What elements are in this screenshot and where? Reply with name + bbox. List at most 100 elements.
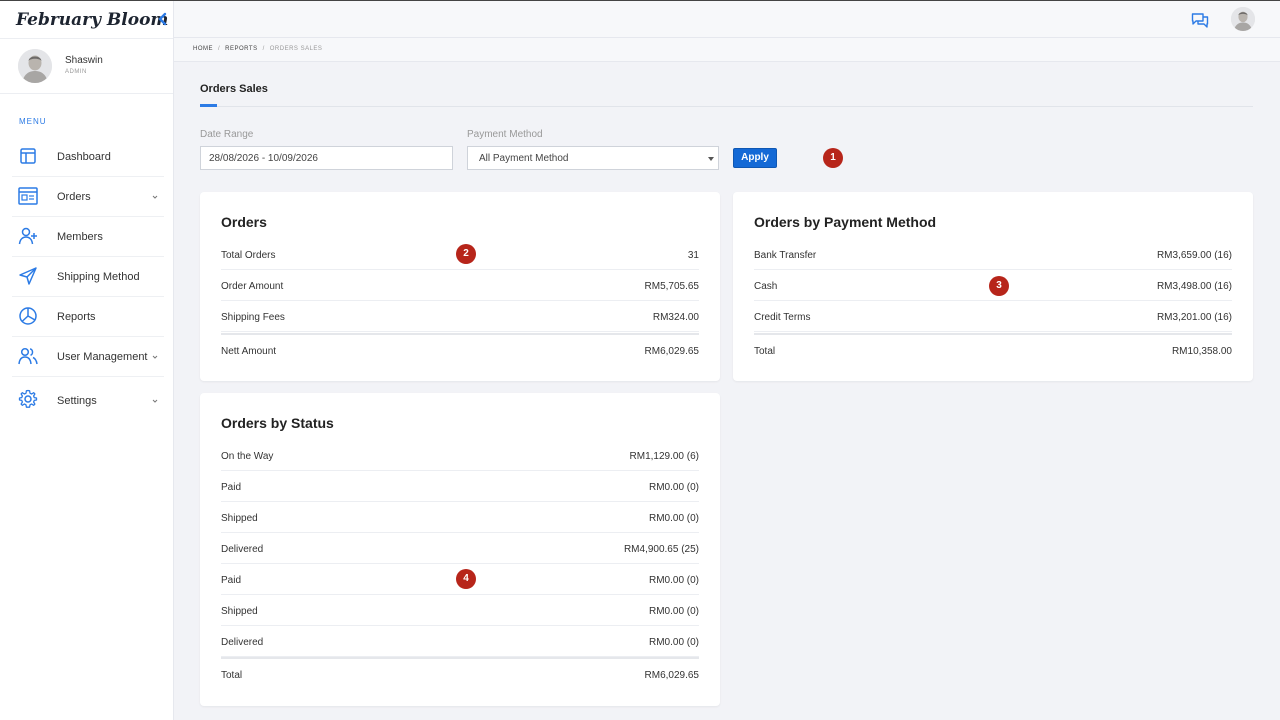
tab-orders-sales[interactable]: Orders Sales: [200, 83, 268, 95]
total-row: Total RM10,358.00: [754, 333, 1232, 364]
row-value: RM3,201.00 (16): [1156, 312, 1232, 323]
sidebar-nav: Dashboard Orders Members Shipping Method…: [12, 137, 164, 425]
date-range-label: Date Range: [200, 129, 254, 140]
sidebar-item-orders[interactable]: Orders: [12, 177, 164, 217]
row-label: Shipping Fees: [221, 312, 285, 323]
row-value: RM1,129.00 (6): [629, 451, 699, 462]
chevron-down-icon: [708, 157, 714, 161]
apply-button[interactable]: Apply: [733, 148, 777, 168]
row-label: Delivered: [221, 637, 264, 648]
sidebar-item-label: Shipping Method: [57, 271, 140, 283]
table-row: Shipped RM0.00 (0): [221, 595, 699, 626]
row-value: RM4,900.65 (25): [623, 544, 699, 555]
gear-icon: [18, 389, 38, 408]
sidebar-item-members[interactable]: Members: [12, 217, 164, 257]
total-row: Nett Amount RM6,029.65: [221, 333, 699, 364]
orders-by-status-card: Orders by Status On the Way RM1,129.00 (6…: [200, 393, 720, 706]
breadcrumb-home[interactable]: HOME: [193, 46, 213, 52]
row-value: RM10,358.00: [1171, 346, 1232, 357]
table-row: Shipped RM0.00 (0): [221, 502, 699, 533]
row-label: Shipped: [221, 513, 258, 524]
row-label: Total: [221, 670, 243, 681]
row-label: Bank Transfer: [754, 250, 817, 261]
sidebar-item-reports[interactable]: Reports: [12, 297, 164, 337]
breadcrumb: HOME / REPORTS / ORDERS SALES: [193, 46, 323, 52]
tab-bar: Orders Sales: [200, 76, 1253, 107]
payment-method-select[interactable]: All Payment Method: [467, 146, 719, 170]
row-value: RM0.00 (0): [648, 482, 699, 493]
row-value: RM6,029.65: [644, 670, 699, 681]
table-row: On the Way RM1,129.00 (6): [221, 440, 699, 471]
step-marker-4: 4: [456, 569, 476, 589]
user-role: ADMIN: [65, 69, 87, 75]
sidebar-item-label: Reports: [57, 311, 96, 323]
table-row: Delivered RM0.00 (0): [221, 626, 699, 657]
sidebar: February Bloom Shaswin ADMIN MENU Dashbo…: [0, 1, 174, 720]
row-value: RM0.00 (0): [648, 575, 699, 586]
chevron-down-icon: [152, 399, 158, 403]
sidebar-item-shipping-method[interactable]: Shipping Method: [12, 257, 164, 297]
row-value: RM3,498.00 (16): [1156, 281, 1232, 292]
chat-icon[interactable]: [1191, 12, 1209, 28]
date-range-input[interactable]: 28/08/2026 - 10/09/2026: [200, 146, 453, 170]
step-marker-3: 3: [989, 276, 1009, 296]
payment-method-value: All Payment Method: [479, 153, 569, 164]
row-label: Paid: [221, 482, 242, 493]
topbar: [174, 1, 1280, 38]
table-row: Order Amount RM5,705.65: [221, 270, 699, 301]
table-row: Paid RM0.00 (0): [221, 471, 699, 502]
menu-heading: MENU: [19, 117, 47, 126]
collapse-sidebar-icon[interactable]: [156, 11, 168, 27]
breadcrumb-bar: HOME / REPORTS / ORDERS SALES: [174, 38, 1280, 62]
pie-chart-icon: [19, 307, 37, 325]
brand-logo: February Bloom: [16, 10, 169, 30]
card-title: Orders: [221, 214, 267, 230]
dashboard-icon: [20, 148, 36, 164]
row-label: Paid: [221, 575, 242, 586]
sidebar-item-dashboard[interactable]: Dashboard: [12, 137, 164, 177]
row-value: RM0.00 (0): [648, 606, 699, 617]
orders-icon: [18, 187, 38, 205]
table-row: Delivered RM4,900.65 (25): [221, 533, 699, 564]
orders-card: Orders Total Orders 31 Order Amount RM5,70…: [200, 192, 720, 381]
row-label: On the Way: [221, 451, 274, 462]
row-value: RM6,029.65: [644, 346, 699, 357]
tab-active-indicator: [200, 104, 217, 107]
row-value: RM0.00 (0): [648, 637, 699, 648]
step-marker-1: 1: [823, 148, 843, 168]
table-row: Credit Terms RM3,201.00 (16): [754, 301, 1232, 332]
row-value: RM3,659.00 (16): [1156, 250, 1232, 261]
avatar: [18, 49, 52, 83]
row-value: RM0.00 (0): [648, 513, 699, 524]
row-value: RM5,705.65: [644, 281, 699, 292]
chevron-down-icon: [152, 355, 158, 359]
sidebar-item-label: Settings: [57, 395, 97, 407]
row-label: Cash: [754, 281, 778, 292]
card-title: Orders by Payment Method: [754, 214, 937, 230]
avatar[interactable]: [1231, 7, 1255, 31]
step-marker-2: 2: [456, 244, 476, 264]
payment-method-card: Orders by Payment Method Bank Transfer RM…: [733, 192, 1253, 381]
breadcrumb-reports[interactable]: REPORTS: [225, 46, 257, 52]
row-label: Total Orders: [221, 250, 276, 261]
table-row: Bank Transfer RM3,659.00 (16): [754, 239, 1232, 270]
user-name: Shaswin: [65, 55, 103, 66]
breadcrumb-current: ORDERS SALES: [269, 46, 323, 52]
row-value: 31: [687, 250, 699, 261]
row-label: Shipped: [221, 606, 258, 617]
users-icon: [18, 347, 38, 365]
sidebar-item-settings[interactable]: Settings: [12, 377, 164, 425]
sidebar-item-user-management[interactable]: User Management: [12, 337, 164, 377]
sidebar-item-label: Members: [57, 231, 103, 243]
user-profile[interactable]: Shaswin ADMIN: [0, 39, 173, 94]
chevron-down-icon: [152, 195, 158, 199]
row-label: Total: [754, 346, 776, 357]
date-range-value: 28/08/2026 - 10/09/2026: [209, 153, 318, 164]
card-title: Orders by Status: [221, 415, 334, 431]
row-value: RM324.00: [652, 312, 699, 323]
brand-header: February Bloom: [0, 1, 173, 39]
row-label: Credit Terms: [754, 312, 811, 323]
sidebar-item-label: User Management: [57, 351, 148, 363]
row-label: Order Amount: [221, 281, 284, 292]
row-label: Delivered: [221, 544, 264, 555]
